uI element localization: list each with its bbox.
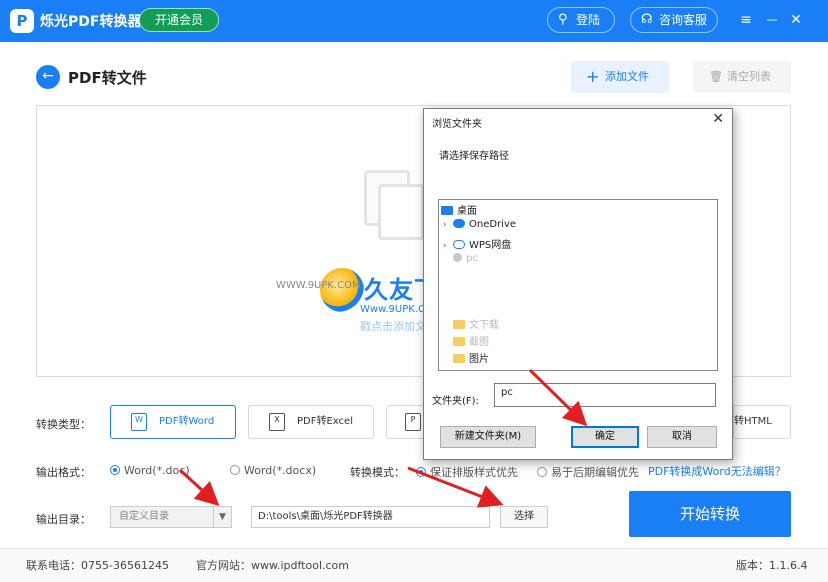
plus-icon: + [586, 67, 600, 86]
output-dir-select[interactable]: 自定义目录 ▼ [110, 506, 232, 528]
folder-tree[interactable]: 桌面 › OneDrive › WPS网盘 pc 文下载 截图 图片 [438, 199, 718, 371]
service-label: 咨询客服 [659, 13, 708, 27]
format-docx-label: Word(*.docx) [244, 464, 317, 477]
document-placeholder-icon [378, 184, 424, 240]
output-path-input[interactable]: D:\tools\桌面\烁光PDF转换器 [251, 506, 490, 528]
cloud-icon [453, 219, 465, 228]
tree-item-label: OneDrive [469, 219, 517, 230]
format-doc-radio[interactable]: Word(*.doc) [110, 464, 190, 477]
ppt-file-icon: P [405, 413, 421, 431]
radio-dot [230, 465, 240, 475]
folder-field-label: 文件夹(F): [432, 396, 479, 407]
add-file-button[interactable]: + 添加文件 [571, 61, 669, 93]
cancel-button[interactable]: 取消 [647, 426, 717, 448]
output-dir-select-value: 自定义目录 [119, 511, 169, 522]
folder-icon [453, 337, 465, 346]
tree-item-label: 图片 [469, 354, 489, 365]
browse-folder-dialog: 浏览文件夹 ✕ 请选择保存路径 桌面 › OneDrive › WPS网盘 pc 文… [423, 108, 733, 460]
headset-icon: ☊ [641, 12, 653, 27]
wps-cloud-icon [453, 240, 465, 249]
tree-item-label: 截图 [469, 337, 489, 348]
vip-button[interactable]: 开通会员 [139, 8, 219, 32]
app-logo-icon: P [10, 9, 34, 33]
clear-list-button[interactable]: 🗑 清空列表 [693, 61, 791, 93]
choose-dir-button[interactable]: 选择 [500, 506, 548, 528]
type-label: PDF转Word [159, 416, 215, 427]
dialog-close-icon[interactable]: ✕ [712, 111, 724, 127]
excel-file-icon: X [269, 413, 285, 431]
app-name: 烁光PDF转换器 [40, 14, 142, 30]
mode-layout-label: 保证排版样式优先 [430, 466, 518, 479]
site-watermark: WWW.9UPK.COM 久友下载站 Www.9UPK.Com 戳点击添加文件 [276, 268, 488, 336]
ok-button[interactable]: 确定 [571, 426, 639, 448]
radio-dot [416, 467, 426, 477]
tree-item-wps[interactable]: › WPS网盘 [443, 236, 511, 251]
word-file-icon: W [131, 413, 147, 431]
desktop-icon [441, 206, 453, 215]
tree-item-pc[interactable]: pc [453, 253, 478, 264]
title-bar: P 烁光PDF转换器 开通会员 ⚲ 登陆 ☊ 咨询客服 ≡ — ✕ [0, 0, 828, 42]
folder-icon [453, 320, 465, 329]
user-icon: ⚲ [558, 12, 568, 27]
format-docx-radio[interactable]: Word(*.docx) [230, 464, 316, 477]
radio-dot [110, 465, 120, 475]
mode-layout-radio[interactable]: 保证排版样式优先 [416, 464, 518, 480]
login-label: 登陆 [576, 13, 601, 27]
start-convert-button[interactable]: 开始转换 [629, 491, 791, 537]
mode-edit-radio[interactable]: 易于后期编辑优先 [537, 464, 639, 480]
contact-phone: 联系电话：0755-36561245 [26, 559, 169, 572]
output-format-label: 输出格式： [36, 466, 91, 479]
folder-name-input[interactable]: pc [494, 383, 716, 407]
type-label: PDF转Excel [297, 416, 353, 427]
dialog-title: 浏览文件夹 [432, 119, 482, 130]
new-folder-button[interactable]: 新建文件夹(M) [440, 426, 536, 448]
type-pdf-to-word[interactable]: W PDF转Word [110, 405, 236, 439]
word-edit-help-link[interactable]: PDF转换成Word无法编辑？ [648, 463, 786, 479]
watermark-url-left: WWW.9UPK.COM [276, 280, 361, 291]
chevron-right-icon: › [443, 241, 447, 251]
dropdown-arrow-icon: ▼ [213, 507, 231, 527]
tree-item-label: WPS网盘 [469, 240, 512, 251]
format-doc-label: Word(*.doc) [124, 464, 190, 477]
version-label: 版本：1.1.6.4 [736, 559, 808, 572]
official-website[interactable]: 官方网站：www.ipdftool.com [196, 557, 349, 573]
tree-item-onedrive[interactable]: › OneDrive [443, 219, 516, 230]
tree-item-screenshots[interactable]: 截图 [453, 333, 489, 348]
conversion-type-label: 转换类型： [36, 418, 91, 431]
type-pdf-to-excel[interactable]: X PDF转Excel [248, 405, 374, 439]
trash-icon: 🗑 [709, 70, 723, 83]
login-button[interactable]: ⚲ 登陆 [547, 7, 615, 33]
tree-item-label: 文下载 [469, 320, 499, 331]
tree-item-label: pc [466, 253, 478, 264]
tree-item-downloads[interactable]: 文下载 [453, 316, 499, 331]
user-folder-icon [453, 253, 462, 262]
tree-item-pictures[interactable]: 图片 [453, 350, 489, 365]
mode-edit-label: 易于后期编辑优先 [551, 466, 639, 479]
page-title: PDF转文件 [68, 69, 147, 87]
tree-item-label: 桌面 [457, 206, 477, 217]
folder-icon [453, 354, 465, 363]
chevron-right-icon: › [443, 220, 447, 230]
dialog-prompt: 请选择保存路径 [439, 151, 509, 162]
minimize-icon[interactable]: — [762, 10, 782, 30]
close-icon[interactable]: ✕ [786, 10, 806, 30]
back-arrow-icon[interactable]: ← [36, 65, 60, 89]
footer: 联系电话：0755-36561245 官方网站：www.ipdftool.com… [0, 548, 828, 582]
radio-dot [537, 467, 547, 477]
customer-service-button[interactable]: ☊ 咨询客服 [630, 7, 718, 33]
add-file-label: 添加文件 [605, 70, 649, 83]
menu-icon[interactable]: ≡ [736, 10, 756, 30]
type-pdf-to-html[interactable]: 转HTML [733, 405, 791, 439]
output-dir-label: 输出目录： [36, 513, 91, 526]
conversion-mode-label: 转换模式： [350, 466, 405, 479]
tree-item-desktop[interactable]: 桌面 [441, 202, 477, 217]
clear-list-label: 清空列表 [727, 70, 771, 83]
type-label: 转HTML [734, 416, 772, 427]
